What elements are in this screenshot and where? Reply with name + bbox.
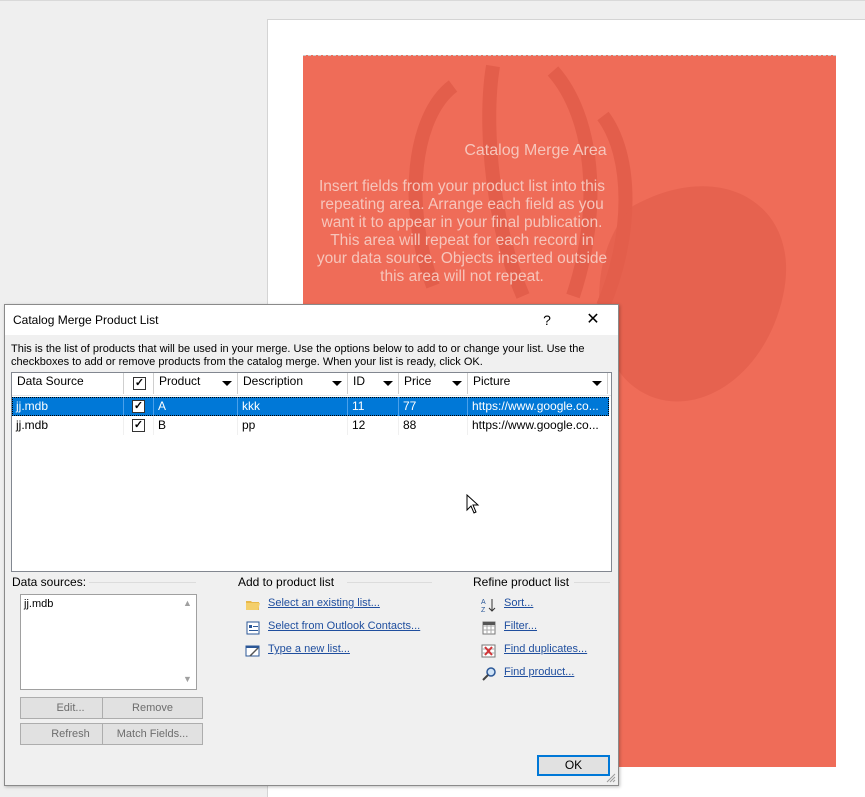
column-header-price[interactable]: Price: [399, 373, 468, 394]
dropdown-arrow-icon[interactable]: [222, 381, 232, 386]
dropdown-arrow-icon[interactable]: [592, 381, 602, 386]
link-label[interactable]: Sort...: [504, 597, 533, 609]
close-button[interactable]: ✕: [578, 309, 608, 331]
table-row[interactable]: jj.mdb ✓ B pp 12 88 https://www.google.c…: [12, 416, 609, 435]
listbox-scrollbar[interactable]: ▲ ▼: [179, 595, 196, 689]
data-source-item[interactable]: jj.mdb: [24, 598, 53, 610]
mouse-cursor-icon: [466, 494, 480, 514]
cell-picture: https://www.google.co...: [472, 418, 599, 432]
column-header-picture[interactable]: Picture: [468, 373, 608, 394]
data-sources-listbox[interactable]: jj.mdb ▲ ▼: [20, 594, 197, 690]
column-label: Price: [404, 374, 432, 388]
data-sources-label: Data sources:: [12, 575, 87, 589]
product-list-view[interactable]: Data Source ✓ Product Description ID Pri…: [11, 372, 612, 572]
column-header-data-source[interactable]: Data Source: [12, 373, 124, 394]
remove-button[interactable]: Remove: [102, 697, 203, 719]
dialog-titlebar[interactable]: Catalog Merge Product List ? ✕: [5, 305, 618, 335]
include-checkbox[interactable]: ✓: [132, 400, 145, 413]
column-header-checkbox[interactable]: ✓: [124, 373, 154, 394]
cell-data-source: jj.mdb: [12, 416, 124, 435]
merge-area-title: Catalog Merge Area: [464, 142, 607, 159]
match-fields-button[interactable]: Match Fields...: [102, 723, 203, 745]
scroll-up-icon[interactable]: ▲: [183, 598, 192, 608]
add-to-list-label: Add to product list: [238, 575, 335, 589]
resize-grip-icon[interactable]: [606, 773, 616, 783]
cell-id: 12: [348, 416, 399, 435]
find-duplicates-icon: [481, 644, 496, 658]
table-row[interactable]: jj.mdb ✓ A kkk 11 77 https://www.google.…: [12, 397, 609, 416]
filter-icon: [482, 621, 496, 635]
new-list-icon: [245, 645, 260, 657]
cell-product: B: [154, 416, 238, 435]
cell-include: ✓: [124, 397, 154, 416]
catalog-merge-product-list-dialog: Catalog Merge Product List ? ✕ This is t…: [4, 304, 619, 786]
column-label: ID: [353, 374, 365, 388]
link-label[interactable]: Filter...: [504, 620, 537, 632]
svg-text:Z: Z: [481, 607, 486, 613]
include-checkbox[interactable]: ✓: [132, 419, 145, 432]
sort-icon: A Z: [481, 599, 496, 613]
link-label[interactable]: Select an existing list...: [268, 597, 380, 609]
cell-price: 77: [399, 397, 468, 416]
contacts-icon: [246, 621, 260, 635]
column-label: Description: [243, 374, 304, 388]
column-header-description[interactable]: Description: [238, 373, 348, 394]
section-divider: [89, 582, 196, 583]
link-label[interactable]: Select from Outlook Contacts...: [268, 620, 420, 632]
link-label[interactable]: Find product...: [504, 666, 574, 678]
list-header: Data Source ✓ Product Description ID Pri…: [12, 373, 611, 396]
column-header-product[interactable]: Product: [154, 373, 238, 394]
refine-list-label: Refine product list: [473, 575, 570, 589]
cell-include: ✓: [124, 416, 154, 435]
dialog-title: Catalog Merge Product List: [13, 313, 159, 327]
merge-area-description: Insert fields from your product list int…: [316, 178, 608, 285]
column-label: Product: [159, 374, 201, 388]
ok-button[interactable]: OK: [537, 755, 610, 776]
cell-price: 88: [399, 416, 468, 435]
dropdown-arrow-icon[interactable]: [452, 381, 462, 386]
cell-id: 11: [348, 397, 399, 416]
select-all-checkbox[interactable]: ✓: [133, 377, 146, 390]
dropdown-arrow-icon[interactable]: [332, 381, 342, 386]
column-label: Picture: [473, 374, 511, 388]
link-label[interactable]: Find duplicates...: [504, 643, 587, 655]
cell-description: pp: [238, 416, 348, 435]
cell-description: kkk: [238, 397, 348, 416]
ruler-line: [0, 0, 865, 1]
link-label[interactable]: Type a new list...: [268, 643, 350, 655]
dropdown-arrow-icon[interactable]: [383, 381, 393, 386]
section-divider: [574, 582, 610, 583]
folder-icon: [246, 601, 260, 610]
svg-text:A: A: [481, 599, 486, 606]
help-button[interactable]: ?: [535, 309, 559, 331]
cell-product: A: [154, 397, 238, 416]
cell-data-source: jj.mdb: [12, 397, 124, 416]
section-divider: [347, 582, 432, 583]
find-icon: [482, 667, 496, 681]
scroll-down-icon[interactable]: ▼: [183, 674, 192, 684]
column-label: Data Source: [17, 374, 84, 388]
column-header-id[interactable]: ID: [348, 373, 399, 394]
dialog-instructions: This is the list of products that will b…: [11, 343, 585, 368]
cell-picture: https://www.google.co...: [472, 399, 599, 413]
